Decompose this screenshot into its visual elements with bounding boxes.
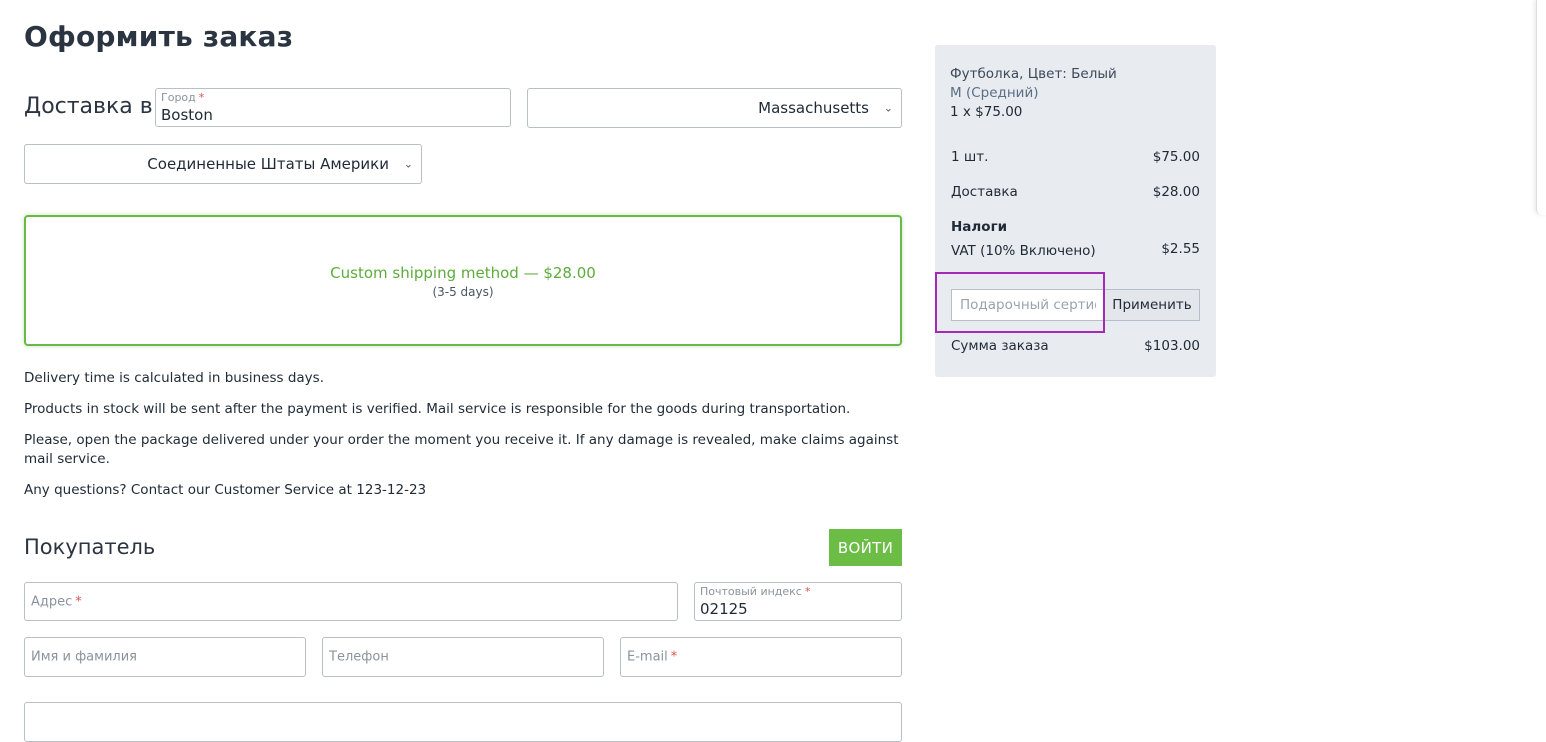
zip-label: Почтовый индекс * (700, 585, 811, 598)
shipping-method-days: (3-5 days) (432, 285, 494, 299)
delivery-cost: $28.00 (1152, 184, 1200, 200)
page-title: Оформить заказ (24, 20, 294, 53)
chevron-down-icon: ⌄ (883, 101, 893, 115)
city-value: Boston (161, 106, 213, 124)
city-label: Город * (161, 91, 205, 104)
chevron-down-icon: ⌄ (403, 157, 413, 171)
order-total-label: Сумма заказа (951, 338, 1049, 354)
email-placeholder: E-mail * (627, 649, 678, 665)
side-panel-edge (1536, 0, 1546, 215)
country-select[interactable]: Соединенные Штаты Америки ⌄ (24, 144, 422, 184)
phone-placeholder: Телефон (329, 649, 389, 665)
apply-gift-button[interactable]: Применить (1104, 289, 1200, 321)
state-select[interactable]: Massachusetts ⌄ (527, 88, 902, 128)
product-variant: M (Средний) (950, 85, 1039, 101)
full-name-placeholder: Имя и фамилия (31, 649, 137, 665)
vat-label: VAT (10% Включено) (951, 243, 1096, 259)
info-text: Please, open the package delivered under… (24, 432, 899, 467)
info-text: Products in stock will be sent after the… (24, 401, 851, 417)
address-placeholder: Адрес * (31, 594, 82, 609)
taxes-title: Налоги (951, 219, 1008, 235)
items-subtotal: $75.00 (1152, 149, 1200, 165)
comment-field[interactable] (24, 702, 902, 742)
items-count-label: 1 шт. (951, 149, 989, 165)
product-qty-price: 1 x $75.00 (950, 104, 1023, 120)
buyer-section-title: Покупатель (24, 535, 156, 559)
info-text: Any questions? Contact our Customer Serv… (24, 482, 427, 498)
order-total-value: $103.00 (1144, 338, 1200, 354)
vat-value: $2.55 (1161, 241, 1200, 257)
full-name-field[interactable]: Имя и фамилия (24, 637, 306, 677)
info-text: Delivery time is calculated in business … (24, 370, 324, 386)
country-value: Соединенные Штаты Америки (147, 155, 389, 173)
email-field[interactable]: E-mail * (620, 637, 902, 677)
state-value: Massachusetts (758, 99, 869, 117)
login-button[interactable]: ВОЙТИ (829, 529, 902, 566)
shipping-to-label: Доставка в (24, 94, 153, 119)
zip-value: 02125 (700, 600, 748, 618)
shipping-method-option[interactable]: Custom shipping method — $28.00 (3-5 day… (24, 215, 902, 346)
zip-field[interactable]: Почтовый индекс * 02125 (694, 582, 902, 621)
delivery-label: Доставка (951, 184, 1018, 200)
product-name[interactable]: Футболка, Цвет: Белый (950, 66, 1117, 82)
address-field[interactable]: Адрес * (24, 582, 678, 621)
city-field[interactable]: Город * Boston (155, 88, 511, 127)
highlight-box (935, 272, 1105, 333)
phone-field[interactable]: Телефон (322, 637, 604, 677)
shipping-method-name: Custom shipping method — $28.00 (330, 264, 596, 282)
